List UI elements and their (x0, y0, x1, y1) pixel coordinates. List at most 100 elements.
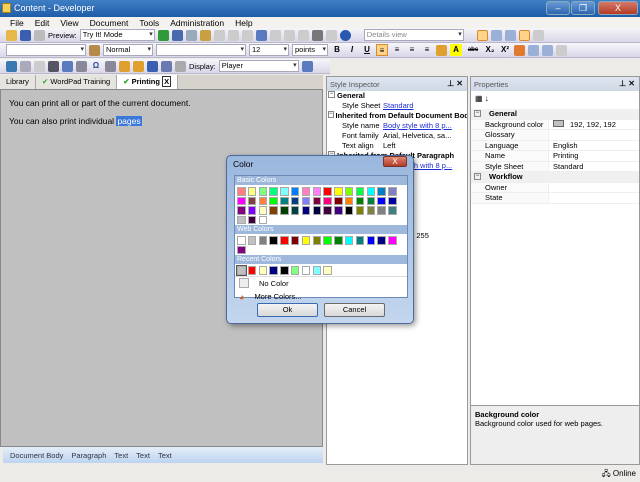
color-swatch[interactable] (237, 187, 246, 196)
copy-icon[interactable] (185, 29, 197, 41)
binoculars-icon[interactable] (311, 29, 323, 41)
no-color-option[interactable]: No Color (235, 275, 407, 290)
insert-media-icon[interactable] (133, 60, 144, 72)
numbered-list-icon[interactable] (528, 44, 539, 56)
spell-icon[interactable] (241, 29, 253, 41)
italic-button[interactable]: I (346, 44, 358, 56)
tab-library[interactable]: Library (0, 75, 36, 89)
categorized-icon[interactable]: ▦ (475, 94, 483, 103)
cancel-button[interactable]: Cancel (324, 303, 385, 317)
find-replace-icon[interactable] (147, 60, 158, 72)
color-swatch[interactable] (258, 206, 268, 215)
property-value[interactable]: English (549, 141, 578, 151)
cut-icon[interactable] (171, 29, 183, 41)
sort-alpha-icon[interactable]: ↓ (485, 94, 489, 103)
color-swatch[interactable] (334, 236, 343, 245)
color-swatch[interactable] (355, 187, 365, 196)
color-swatch[interactable] (312, 236, 322, 245)
bold-button[interactable]: B (331, 44, 343, 56)
color-swatch[interactable] (290, 266, 300, 275)
pin-close-icon[interactable]: ⊥ ✕ (447, 79, 463, 88)
style-value[interactable]: Standard (383, 101, 467, 111)
breadcrumb-item[interactable]: Text (136, 451, 150, 460)
color-swatch[interactable] (290, 206, 300, 215)
symbol-icon[interactable]: Ω (90, 60, 102, 72)
color-swatch[interactable] (258, 196, 268, 205)
strikethrough-button[interactable]: abc (465, 44, 481, 56)
highlight-button[interactable]: A (450, 44, 462, 56)
font-size-select[interactable]: 12 (249, 44, 289, 56)
collapse-icon[interactable]: − (328, 111, 334, 118)
display-settings-icon[interactable] (301, 60, 313, 72)
color-swatch[interactable] (301, 187, 311, 196)
color-swatch[interactable] (258, 266, 268, 275)
tab-close-button[interactable]: X (162, 76, 172, 87)
table-icon[interactable] (62, 60, 73, 72)
color-swatch[interactable] (269, 236, 278, 245)
justify-button[interactable]: ≡ (421, 44, 433, 56)
color-swatch[interactable] (377, 196, 386, 205)
indent-icon[interactable] (556, 44, 567, 56)
color-swatch[interactable] (258, 215, 268, 224)
color-swatch[interactable] (269, 266, 278, 275)
color-swatch[interactable] (247, 215, 257, 224)
align-right-button[interactable]: ≡ (406, 44, 418, 56)
ok-button[interactable]: Ok (257, 303, 318, 317)
property-value[interactable] (549, 130, 553, 140)
color-swatch[interactable] (301, 236, 311, 245)
go-icon[interactable] (157, 29, 169, 41)
refresh-icon[interactable] (532, 29, 544, 41)
color-swatch[interactable] (237, 245, 246, 254)
bullet-list-icon[interactable] (542, 44, 553, 56)
font-select[interactable] (156, 44, 246, 56)
display-select[interactable]: Player (218, 60, 299, 72)
color-swatch[interactable] (323, 196, 332, 205)
unlink-icon[interactable] (34, 60, 45, 72)
color-swatch[interactable] (334, 206, 343, 215)
color-swatch[interactable] (280, 196, 289, 205)
page-icon[interactable] (175, 60, 186, 72)
color-swatch[interactable] (377, 187, 386, 196)
color-swatch[interactable] (344, 236, 354, 245)
tab-wordpad-training[interactable]: ✔ WordPad Training (35, 75, 118, 89)
style-value[interactable]: Body style with 8 p... (383, 121, 467, 131)
color-swatch[interactable] (366, 187, 376, 196)
dialog-close-button[interactable]: X (383, 156, 407, 167)
color-swatch[interactable] (377, 236, 386, 245)
color-swatch[interactable] (377, 206, 386, 215)
property-value[interactable]: Standard (549, 162, 583, 172)
check-icon[interactable] (325, 29, 337, 41)
color-swatch[interactable] (247, 206, 257, 215)
breadcrumb-item[interactable]: Document Body (10, 451, 63, 460)
style-brush-icon[interactable] (89, 44, 100, 56)
print-icon[interactable] (34, 29, 45, 41)
properties-toggle-icon[interactable] (518, 29, 530, 41)
color-swatch[interactable] (290, 236, 300, 245)
property-value[interactable] (549, 193, 553, 203)
color-swatch[interactable] (312, 187, 322, 196)
color-swatch[interactable] (258, 236, 268, 245)
color-swatch[interactable] (269, 187, 278, 196)
preview-mode-select[interactable]: Try It! Mode (79, 29, 155, 41)
color-swatch[interactable] (237, 196, 246, 205)
line-icon[interactable] (76, 60, 87, 72)
color-swatch[interactable] (388, 196, 397, 205)
color-swatch[interactable] (334, 187, 343, 196)
color-swatch[interactable] (269, 206, 278, 215)
property-value[interactable] (549, 183, 553, 193)
color-swatch[interactable] (237, 236, 246, 245)
color-swatch[interactable] (290, 196, 300, 205)
break-icon[interactable] (105, 60, 116, 72)
help-icon[interactable] (339, 29, 351, 41)
layout-2-icon[interactable] (490, 29, 502, 41)
color-swatch[interactable] (247, 187, 257, 196)
color-swatch[interactable] (247, 236, 257, 245)
more-colors-option[interactable]: ◕ More Colors... (235, 290, 407, 304)
color-swatch[interactable] (323, 266, 332, 275)
color-swatch[interactable] (280, 187, 289, 196)
color-swatch[interactable] (388, 206, 397, 215)
subscript-button[interactable]: X₂ (484, 44, 496, 56)
color-swatch[interactable] (301, 266, 311, 275)
color-swatch[interactable] (236, 265, 247, 276)
color-swatch[interactable] (258, 187, 268, 196)
